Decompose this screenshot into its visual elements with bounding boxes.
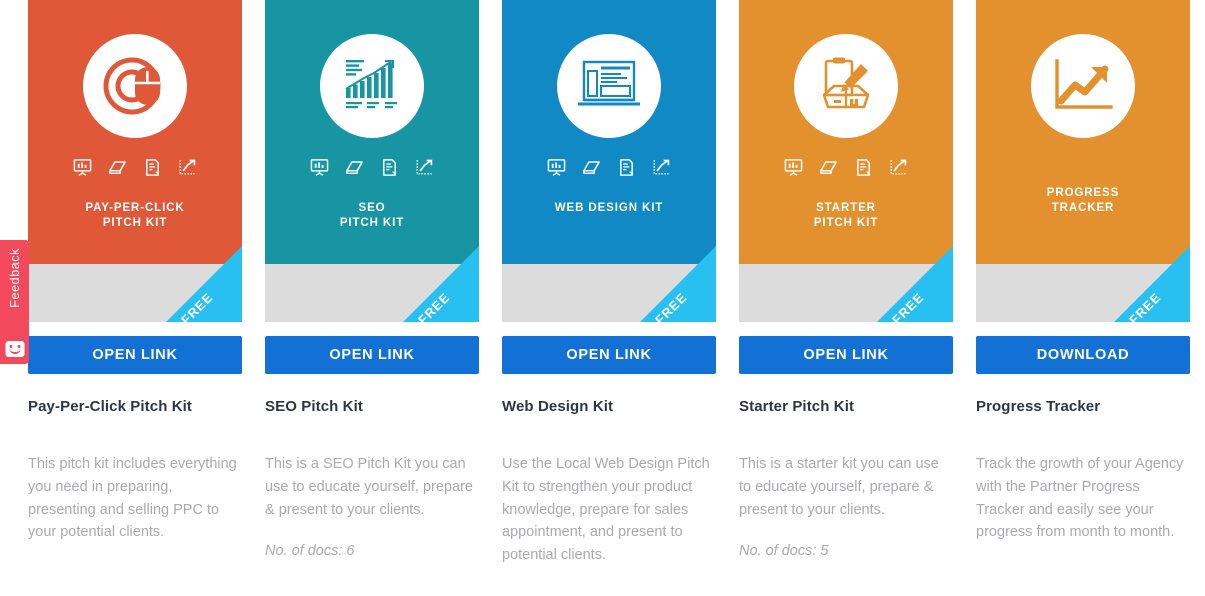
open-link-button[interactable]: OPEN LINK	[28, 336, 242, 374]
card-title: Web Design Kit	[502, 398, 614, 415]
growth-chart-icon	[179, 159, 196, 175]
free-ribbon	[1114, 246, 1190, 322]
product-card: PAY-PER-CLICK PITCH KIT FREE OPEN LINK P…	[28, 0, 242, 596]
book-icon	[346, 161, 363, 174]
feedback-tab-label: Feedback	[7, 248, 22, 308]
book-icon	[583, 161, 600, 174]
webpage-layout-icon	[557, 34, 661, 138]
document-icon	[857, 159, 870, 176]
book-icon	[820, 161, 837, 174]
free-ribbon	[166, 246, 242, 322]
cover-title: WEB DESIGN KIT	[554, 202, 664, 214]
open-link-button[interactable]: OPEN LINK	[502, 336, 716, 374]
card-title: Progress Tracker	[976, 398, 1101, 415]
clipboard-box-icon	[794, 34, 898, 138]
trend-arrow-chart-icon	[1031, 34, 1135, 138]
product-card: PROGRESS TRACKER FREE DOWNLOAD Progress …	[976, 0, 1190, 596]
bar-chart-growth-icon	[320, 34, 424, 138]
card-cover[interactable]: PROGRESS TRACKER FREE	[976, 0, 1190, 330]
card-doc-count: No. of docs: 6	[265, 543, 355, 560]
document-icon	[383, 159, 396, 176]
cover-title: PROGRESS TRACKER	[1046, 187, 1120, 214]
card-grid: PAY-PER-CLICK PITCH KIT FREE OPEN LINK P…	[28, 0, 1205, 596]
mini-icon-row	[265, 158, 479, 177]
card-info: Pay-Per-Click Pitch Kit This pitch kit i…	[28, 374, 242, 563]
card-cover[interactable]: STARTER PITCH KIT FREE	[739, 0, 953, 330]
product-card: STARTER PITCH KIT FREE OPEN LINK Starter…	[739, 0, 953, 596]
open-link-button[interactable]: OPEN LINK	[265, 336, 479, 374]
card-cover[interactable]: SEO PITCH KIT FREE	[265, 0, 479, 330]
card-info: Progress Tracker Track the growth of you…	[976, 374, 1190, 563]
presentation-icon	[310, 159, 329, 176]
mouse-click-icon	[83, 34, 187, 138]
card-cover[interactable]: PAY-PER-CLICK PITCH KIT FREE	[28, 0, 242, 330]
cover-title: PAY-PER-CLICK PITCH KIT	[85, 202, 185, 229]
card-title: Pay-Per-Click Pitch Kit	[28, 398, 193, 415]
presentation-icon	[784, 159, 803, 176]
product-kit-grid-page: Feedback PAY-PER-CLICK PITCH KIT FREE OP…	[0, 0, 1205, 596]
presentation-icon	[73, 159, 92, 176]
cover-title: STARTER PITCH KIT	[813, 202, 879, 229]
mini-icon-row	[502, 158, 716, 177]
free-ribbon	[877, 246, 953, 322]
open-link-button[interactable]: OPEN LINK	[739, 336, 953, 374]
card-info: Starter Pitch Kit This is a starter kit …	[739, 374, 953, 563]
card-title: Starter Pitch Kit	[739, 398, 855, 415]
download-button[interactable]: DOWNLOAD	[976, 336, 1190, 374]
growth-chart-icon	[416, 159, 433, 175]
free-ribbon	[640, 246, 716, 322]
card-description: This pitch kit includes everything you n…	[28, 456, 237, 541]
card-info: Web Design Kit Use the Local Web Design …	[502, 374, 716, 586]
card-title: SEO Pitch Kit	[265, 398, 363, 415]
cover-title: SEO PITCH KIT	[339, 202, 405, 229]
card-description: Track the growth of your Agency with the…	[976, 456, 1184, 541]
mini-icon-row	[739, 158, 953, 177]
card-cover[interactable]: WEB DESIGN KIT FREE	[502, 0, 716, 330]
card-description: This is a SEO Pitch Kit you can use to e…	[265, 456, 473, 518]
product-card: WEB DESIGN KIT FREE OPEN LINK Web Design…	[502, 0, 716, 596]
card-doc-count: No. of docs: 5	[739, 543, 829, 560]
feedback-tab[interactable]: Feedback	[0, 240, 29, 364]
book-icon	[109, 161, 126, 174]
mini-icon-row	[28, 158, 242, 177]
growth-chart-icon	[890, 159, 907, 175]
document-icon	[146, 159, 159, 176]
card-description: This is a starter kit you can use to edu…	[739, 456, 939, 518]
product-card: SEO PITCH KIT FREE OPEN LINK SEO Pitch K…	[265, 0, 479, 596]
card-info: SEO Pitch Kit This is a SEO Pitch Kit yo…	[265, 374, 479, 563]
presentation-icon	[547, 159, 566, 176]
card-description: Use the Local Web Design Pitch Kit to st…	[502, 456, 710, 564]
smiley-face-icon	[5, 341, 24, 357]
free-ribbon	[403, 246, 479, 322]
document-icon	[620, 159, 633, 176]
growth-chart-icon	[653, 159, 670, 175]
